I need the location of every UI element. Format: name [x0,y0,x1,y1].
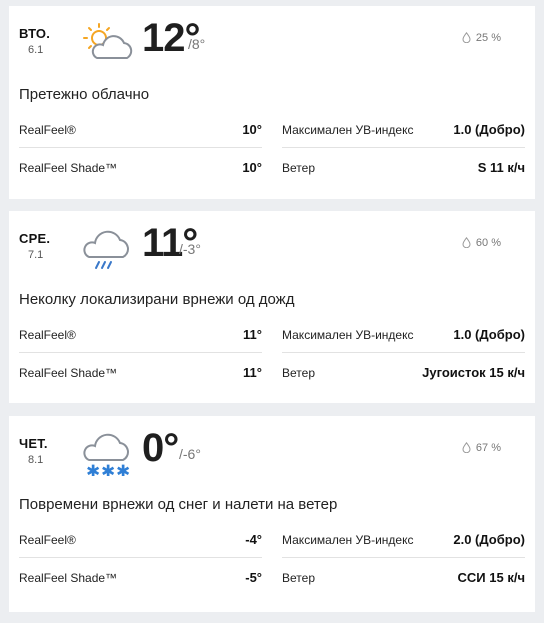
weather-phrase: Повремени врнежи од снег и налети на вет… [19,496,338,513]
realfeel-label: RealFeel® [19,328,76,342]
precip-value: 25 % [475,32,501,44]
wind-label: Ветер [282,366,315,380]
realfeel-value: -4° [245,532,262,547]
realfeel-shade-value: -5° [245,570,262,585]
uv-index-row: Максимален УВ-индекс 1.0 (Добро) [282,327,525,344]
precip-value: 60 % [475,237,501,249]
day-date: 6.1 [28,44,44,56]
realfeel-shade-label: RealFeel Shade™ [19,161,118,175]
wind-label: Ветер [282,571,315,585]
uv-index-value: 1.0 (Добро) [453,122,525,137]
realfeel-label: RealFeel® [19,533,76,547]
uv-index-value: 1.0 (Добро) [453,327,525,342]
realfeel-shade-row: RealFeel Shade™ 10° [19,160,262,177]
realfeel-row: RealFeel® -4° [19,532,262,549]
realfeel-shade-value: 11° [243,365,262,380]
wind-row: Ветер S 11 к/ч [282,160,525,177]
precip-value: 67 % [475,442,501,454]
uv-index-row: Максимален УВ-индекс 1.0 (Добро) [282,122,525,139]
weather-phrase: Неколку локализирани врнежи од дожд [19,291,295,308]
rain-cloud-icon [81,225,135,271]
realfeel-shade-row: RealFeel Shade™ 11° [19,365,262,382]
uv-index-label: Максимален УВ-индекс [282,328,414,342]
divider [19,352,262,353]
realfeel-shade-value: 10° [242,160,262,175]
precipitation-probability: 60 % [462,236,501,249]
uv-index-label: Максимален УВ-индекс [282,123,414,137]
partly-sunny-icon [81,20,135,66]
realfeel-shade-row: RealFeel Shade™ -5° [19,570,262,587]
svg-text:✱: ✱ [101,462,115,476]
divider [282,147,525,148]
svg-text:✱: ✱ [116,462,130,476]
realfeel-value: 11° [243,327,262,342]
daily-forecast-card[interactable]: СРЕ. 7.1 11° /-3° 60 % Неколку локализир… [9,211,535,403]
realfeel-label: RealFeel® [19,123,76,137]
divider [282,352,525,353]
wind-value: ССИ 15 к/ч [457,570,525,585]
low-temperature: /-3° [179,241,201,257]
wind-value: S 11 к/ч [477,160,525,175]
precipitation-probability: 67 % [462,441,501,454]
wind-label: Ветер [282,161,315,175]
high-temperature: 0° [142,426,179,470]
realfeel-shade-label: RealFeel Shade™ [19,571,118,585]
uv-index-row: Максимален УВ-индекс 2.0 (Добро) [282,532,525,549]
divider [282,557,525,558]
day-date: 7.1 [28,249,44,261]
day-name: ВТО. [19,26,51,41]
low-temperature: /8° [188,36,206,52]
wind-row: Ветер ССИ 15 к/ч [282,570,525,587]
drop-icon [462,441,471,454]
snow-cloud-icon: ✱ ✱ ✱ [81,430,135,482]
realfeel-value: 10° [242,122,262,137]
weather-phrase: Претежно облачно [19,86,150,103]
drop-icon [462,236,471,249]
uv-index-label: Максимален УВ-индекс [282,533,414,547]
divider [19,557,262,558]
daily-forecast-card[interactable]: ВТО. 6.1 12° /8° 25 % Претежно облачно R… [9,6,535,199]
svg-text:✱: ✱ [86,462,100,476]
wind-value: Југоисток 15 к/ч [422,365,525,380]
realfeel-shade-label: RealFeel Shade™ [19,366,118,380]
precipitation-probability: 25 % [462,31,501,44]
uv-index-value: 2.0 (Добро) [453,532,525,547]
day-name: СРЕ. [19,231,51,246]
daily-forecast-card[interactable]: ЧЕТ. 8.1 ✱ ✱ ✱ 0° /-6° 67 % Повремени вр… [9,416,535,612]
day-name: ЧЕТ. [19,436,48,451]
realfeel-row: RealFeel® 10° [19,122,262,139]
realfeel-row: RealFeel® 11° [19,327,262,344]
day-date: 8.1 [28,454,44,466]
drop-icon [462,31,471,44]
divider [19,147,262,148]
low-temperature: /-6° [179,446,201,462]
wind-row: Ветер Југоисток 15 к/ч [282,365,525,382]
